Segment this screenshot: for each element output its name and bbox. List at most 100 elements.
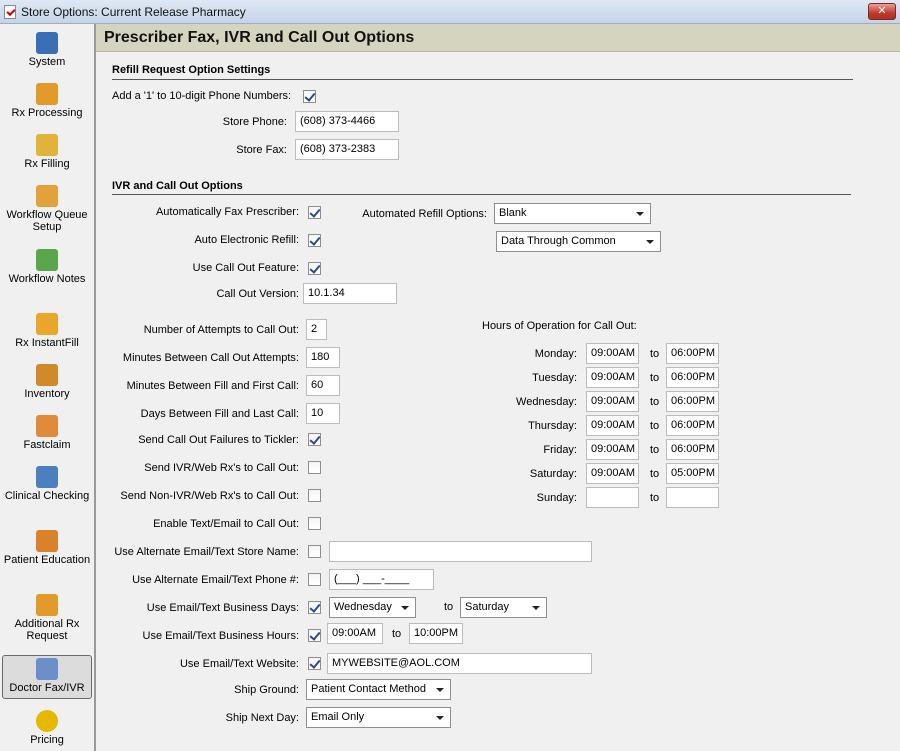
- attempts-field[interactable]: 2: [306, 319, 327, 340]
- hours-from-field[interactable]: [586, 487, 639, 508]
- coin-icon: [36, 710, 58, 732]
- hours-to-field[interactable]: 06:00PM: [666, 415, 719, 436]
- hours-to-field[interactable]: 06:00PM: [666, 439, 719, 460]
- sidebar-item-clinical-checking[interactable]: Clinical Checking: [2, 466, 92, 502]
- biz-hours-from-field[interactable]: 09:00AM: [327, 623, 383, 644]
- hours-to-label: to: [650, 492, 660, 504]
- hours-from-field[interactable]: 09:00AM: [586, 367, 639, 388]
- store-phone-field[interactable]: (608) 373-4466: [295, 111, 399, 132]
- hours-to-label: to: [650, 468, 660, 480]
- sidebar-item-pricing[interactable]: Pricing: [2, 710, 92, 746]
- ship-next-select[interactable]: Email Only: [306, 707, 451, 728]
- fill-first-label: Minutes Between Fill and First Call:: [126, 380, 299, 392]
- sidebar-item-rx-processing[interactable]: Rx Processing: [2, 83, 92, 119]
- notes-icon: [36, 249, 58, 271]
- add-one-label: Add a '1' to 10-digit Phone Numbers:: [112, 90, 292, 102]
- fill-last-field[interactable]: 10: [306, 403, 340, 424]
- website-checkbox[interactable]: [308, 657, 321, 670]
- sidebar-item-additional-rx-request[interactable]: Additional Rx Request: [2, 594, 92, 642]
- title-bar: Store Options: Current Release Pharmacy …: [0, 0, 900, 24]
- page-header: Prescriber Fax, IVR and Call Out Options: [96, 24, 900, 52]
- minutes-between-field[interactable]: 180: [306, 347, 340, 368]
- website-field[interactable]: MYWEBSITE@AOL.COM: [327, 653, 592, 674]
- auto-fax-checkbox[interactable]: [308, 206, 321, 219]
- hours-from-field[interactable]: 09:00AM: [586, 439, 639, 460]
- biz-days-to-select[interactable]: Saturday: [460, 597, 547, 618]
- hours-to-field[interactable]: 06:00PM: [666, 343, 719, 364]
- hours-from-field[interactable]: 09:00AM: [586, 391, 639, 412]
- automated-refill-value: Blank: [499, 207, 527, 219]
- chevron-down-icon: [636, 212, 644, 216]
- hours-from-field[interactable]: 09:00AM: [586, 415, 639, 436]
- refill-section-title: Refill Request Option Settings: [112, 64, 271, 76]
- ship-ground-select[interactable]: Patient Contact Method: [306, 679, 451, 700]
- send-ivr-checkbox[interactable]: [308, 461, 321, 474]
- window-title: Store Options: Current Release Pharmacy: [21, 5, 246, 19]
- app-checkmark-icon: [4, 5, 16, 19]
- store-fax-label: Store Fax:: [236, 144, 287, 156]
- fill-first-field[interactable]: 60: [306, 375, 340, 396]
- hours-to-field[interactable]: 06:00PM: [666, 391, 719, 412]
- alt-name-checkbox[interactable]: [308, 545, 321, 558]
- book-icon: [36, 466, 58, 488]
- sidebar-item-workflow-queue-setup[interactable]: Workflow Queue Setup: [2, 185, 92, 233]
- fill-last-label: Days Between Fill and Last Call:: [140, 408, 299, 420]
- add-one-checkbox[interactable]: [303, 90, 316, 103]
- chevron-down-icon: [436, 716, 444, 720]
- sidebar-item-label: Pricing: [30, 734, 64, 746]
- sidebar-item-patient-education[interactable]: Patient Education: [2, 530, 92, 566]
- hours-day-label: Sunday:: [536, 492, 577, 504]
- send-non-ivr-label: Send Non-IVR/Web Rx's to Call Out:: [120, 490, 299, 502]
- send-ivr-label: Send IVR/Web Rx's to Call Out:: [144, 462, 299, 474]
- auto-erefill-checkbox[interactable]: [308, 234, 321, 247]
- biz-hours-checkbox[interactable]: [308, 629, 321, 642]
- minutes-between-label: Minutes Between Call Out Attempts:: [122, 352, 299, 364]
- sidebar-item-fastclaim[interactable]: Fastclaim: [2, 415, 92, 451]
- ship-next-label: Ship Next Day:: [225, 712, 299, 724]
- hours-from-field[interactable]: 09:00AM: [586, 463, 639, 484]
- failures-label: Send Call Out Failures to Tickler:: [138, 434, 299, 446]
- hours-from-field[interactable]: 09:00AM: [586, 343, 639, 364]
- hours-to-label: to: [650, 420, 660, 432]
- hours-day-label: Friday:: [543, 444, 577, 456]
- data-source-select[interactable]: Data Through Common: [496, 231, 661, 252]
- store-phone-label: Store Phone:: [222, 116, 287, 128]
- section-divider: [112, 194, 851, 195]
- computer-icon: [36, 32, 58, 54]
- alt-name-field[interactable]: [329, 541, 592, 562]
- ship-ground-value: Patient Contact Method: [311, 683, 426, 695]
- doctor-icon: [36, 658, 58, 680]
- automated-refill-select[interactable]: Blank: [494, 203, 651, 224]
- alt-phone-field[interactable]: (___) ___-____: [329, 569, 434, 590]
- send-non-ivr-checkbox[interactable]: [308, 489, 321, 502]
- automated-refill-label: Automated Refill Options:: [362, 208, 487, 220]
- biz-days-from-select[interactable]: Wednesday: [329, 597, 416, 618]
- hours-to-field[interactable]: 06:00PM: [666, 367, 719, 388]
- hours-to-label: to: [650, 372, 660, 384]
- alt-name-label: Use Alternate Email/Text Store Name:: [114, 546, 299, 558]
- sidebar-item-doctor-fax-ivr[interactable]: Doctor Fax/IVR: [2, 655, 92, 699]
- chevron-down-icon: [436, 688, 444, 692]
- sidebar: System Rx Processing Rx Filling Workflow…: [0, 24, 96, 751]
- sidebar-item-workflow-notes[interactable]: Workflow Notes: [2, 249, 92, 285]
- sidebar-item-system[interactable]: System: [2, 32, 92, 68]
- enable-text-checkbox[interactable]: [308, 517, 321, 530]
- sidebar-item-rx-filling[interactable]: Rx Filling: [2, 134, 92, 170]
- sidebar-item-rx-instantfill[interactable]: Rx InstantFill: [2, 313, 92, 349]
- sidebar-item-label: Rx InstantFill: [15, 337, 79, 349]
- sidebar-item-inventory[interactable]: Inventory: [2, 364, 92, 400]
- close-button[interactable]: ✕: [868, 3, 896, 20]
- biz-hours-to-field[interactable]: 10:00PM: [409, 623, 463, 644]
- biz-days-checkbox[interactable]: [308, 601, 321, 614]
- alt-phone-checkbox[interactable]: [308, 573, 321, 586]
- hours-to-field[interactable]: [666, 487, 719, 508]
- sidebar-item-label: Workflow Queue Setup: [6, 209, 88, 233]
- hours-to-field[interactable]: 05:00PM: [666, 463, 719, 484]
- callout-version-field[interactable]: 10.1.34: [303, 283, 397, 304]
- use-callout-checkbox[interactable]: [308, 262, 321, 275]
- failures-checkbox[interactable]: [308, 433, 321, 446]
- sidebar-item-label: Fastclaim: [23, 439, 71, 451]
- store-fax-field[interactable]: (608) 373-2383: [295, 139, 399, 160]
- biz-days-to-value: Saturday: [465, 601, 510, 613]
- biz-days-to-label: to: [444, 601, 454, 613]
